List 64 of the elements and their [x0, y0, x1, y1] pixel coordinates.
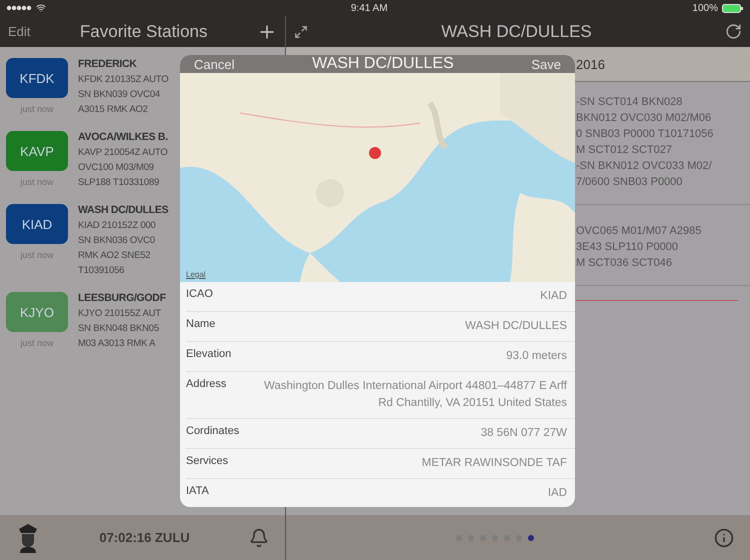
field-label: IATA — [186, 485, 209, 497]
bell-icon[interactable] — [249, 528, 269, 548]
metar-line: M SCT036 SCT046 — [576, 256, 673, 271]
station-code-badge[interactable]: KIAD — [6, 204, 68, 244]
metar-line: SN BKN039 OVC04 — [78, 88, 160, 102]
metar-line: BKN012 OVC030 M02/M06 — [576, 111, 712, 126]
page-dot[interactable] — [528, 534, 534, 540]
metar-line: KJYO 210155Z AUT — [78, 307, 161, 321]
metar-line: SLP188 T10331089 — [78, 176, 160, 190]
pilot-figure-icon[interactable] — [16, 522, 40, 552]
station-code-badge[interactable]: KJYO — [6, 292, 68, 332]
metar-line: KAVP 210054Z AUTO — [78, 146, 168, 160]
field-value: Washington Dulles International Airport 44801–44877 E Arff Rd Chantilly, VA 20151 United States — [262, 379, 567, 411]
field-value: WASH DC/DULLES — [465, 319, 567, 334]
metar-line: -SN SCT014 BKN028 — [576, 95, 684, 110]
battery-icon — [722, 4, 744, 12]
field-label: Services — [186, 455, 228, 467]
station-name: LEESBURG/GODF — [78, 292, 166, 304]
field-value: METAR RAWINSONDE TAF — [422, 456, 567, 471]
metar-line: M03 A3013 RMK A — [78, 337, 156, 351]
edit-button[interactable]: Edit — [8, 24, 30, 39]
signal-icon — [6, 5, 32, 11]
station-name: AVOCA/WILKES B. — [78, 131, 168, 143]
detail-title: WASH DC/DULLES — [441, 22, 592, 42]
refresh-icon[interactable] — [724, 23, 742, 40]
field-value: 38 56N 077 27W — [480, 426, 567, 441]
metar-line: -SN BKN012 OVC033 M02/ — [576, 159, 713, 174]
metar-line: SN BKN036 OVC0 — [78, 234, 155, 248]
metar-line: KFDK 210135Z AUTO — [78, 73, 168, 87]
field-label: Cordinates — [186, 425, 240, 437]
metar-line: M SCT012 SCT027 — [576, 143, 673, 158]
metar-line: OVC065 M01/M07 A2985 — [576, 224, 702, 239]
field-label: Address — [186, 378, 226, 390]
wifi-icon — [36, 3, 46, 13]
dialog-title: WASH DC/DULLES — [312, 55, 454, 73]
metar-line: KIAD 210152Z 000 — [78, 219, 156, 233]
field-value: IAD — [548, 486, 567, 501]
field-label: Name — [186, 318, 216, 330]
status-time: 9:41 AM — [350, 2, 388, 14]
date-text: 2016 — [576, 56, 605, 72]
metar-line: SN BKN048 BKN05 — [78, 322, 159, 336]
info-icon[interactable] — [714, 528, 734, 548]
metar-line: A3015 RMK AO2 — [78, 103, 148, 117]
station-code-badge[interactable]: KAVP — [6, 131, 68, 171]
metar-line: 0 SNB03 P0000 T10171056 — [576, 127, 714, 142]
legal-link[interactable]: Legal — [186, 270, 206, 279]
save-button[interactable]: Save — [531, 56, 561, 72]
field-label: Elevation — [186, 348, 232, 360]
cancel-button[interactable]: Cancel — [194, 56, 234, 72]
sidebar-title: Favorite Stations — [80, 22, 208, 42]
station-name: WASH DC/DULLES — [78, 204, 168, 216]
station-code-badge[interactable]: KFDK — [6, 58, 68, 98]
station-name: FREDERICK — [78, 58, 137, 70]
metar-line: 7/0600 SNB03 P0000 — [576, 175, 684, 190]
battery-percent: 100% — [692, 2, 718, 14]
field-value: KIAD — [540, 289, 567, 304]
metar-line: RMK AO2 SNE52 — [78, 249, 150, 263]
field-value: 93.0 meters — [506, 349, 567, 364]
metar-line: T10391056 — [78, 264, 124, 278]
field-label: ICAO — [186, 288, 213, 300]
metar-line: 3E43 SLP110 P0000 — [576, 240, 679, 255]
expand-icon[interactable] — [294, 24, 308, 38]
zulu-clock: 07:02:16 ZULU — [99, 530, 190, 545]
metar-line: OVC100 M03/M09 — [78, 161, 154, 175]
